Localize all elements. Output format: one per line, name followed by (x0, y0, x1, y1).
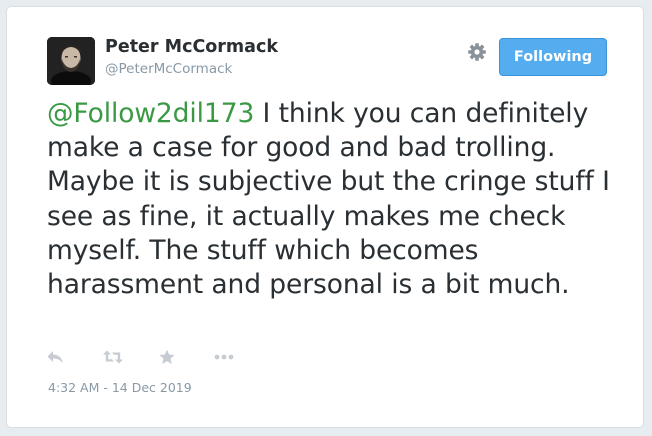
avatar[interactable] (47, 37, 95, 85)
reply-button[interactable] (47, 347, 63, 367)
mention-link[interactable]: @Follow2dil173 (47, 98, 254, 129)
retweet-icon (103, 350, 123, 364)
author-display-name[interactable]: Peter McCormack (105, 37, 278, 57)
tweet-card: Peter McCormack @PeterMcCormack Followin… (6, 6, 644, 428)
more-icon (214, 354, 234, 360)
reply-icon (47, 351, 63, 363)
author-handle[interactable]: @PeterMcCormack (105, 61, 232, 77)
profile-photo-icon (47, 37, 95, 85)
settings-gear-button[interactable] (465, 40, 489, 64)
star-icon (159, 349, 175, 364)
favorite-button[interactable] (159, 347, 175, 367)
retweet-button[interactable] (103, 347, 123, 367)
gear-icon (468, 43, 486, 61)
more-button[interactable] (214, 347, 234, 367)
tweet-text: @Follow2dil173 I think you can definitel… (47, 97, 632, 302)
tweet-timestamp[interactable]: 4:32 AM - 14 Dec 2019 (48, 380, 192, 395)
following-button[interactable]: Following (499, 38, 607, 76)
